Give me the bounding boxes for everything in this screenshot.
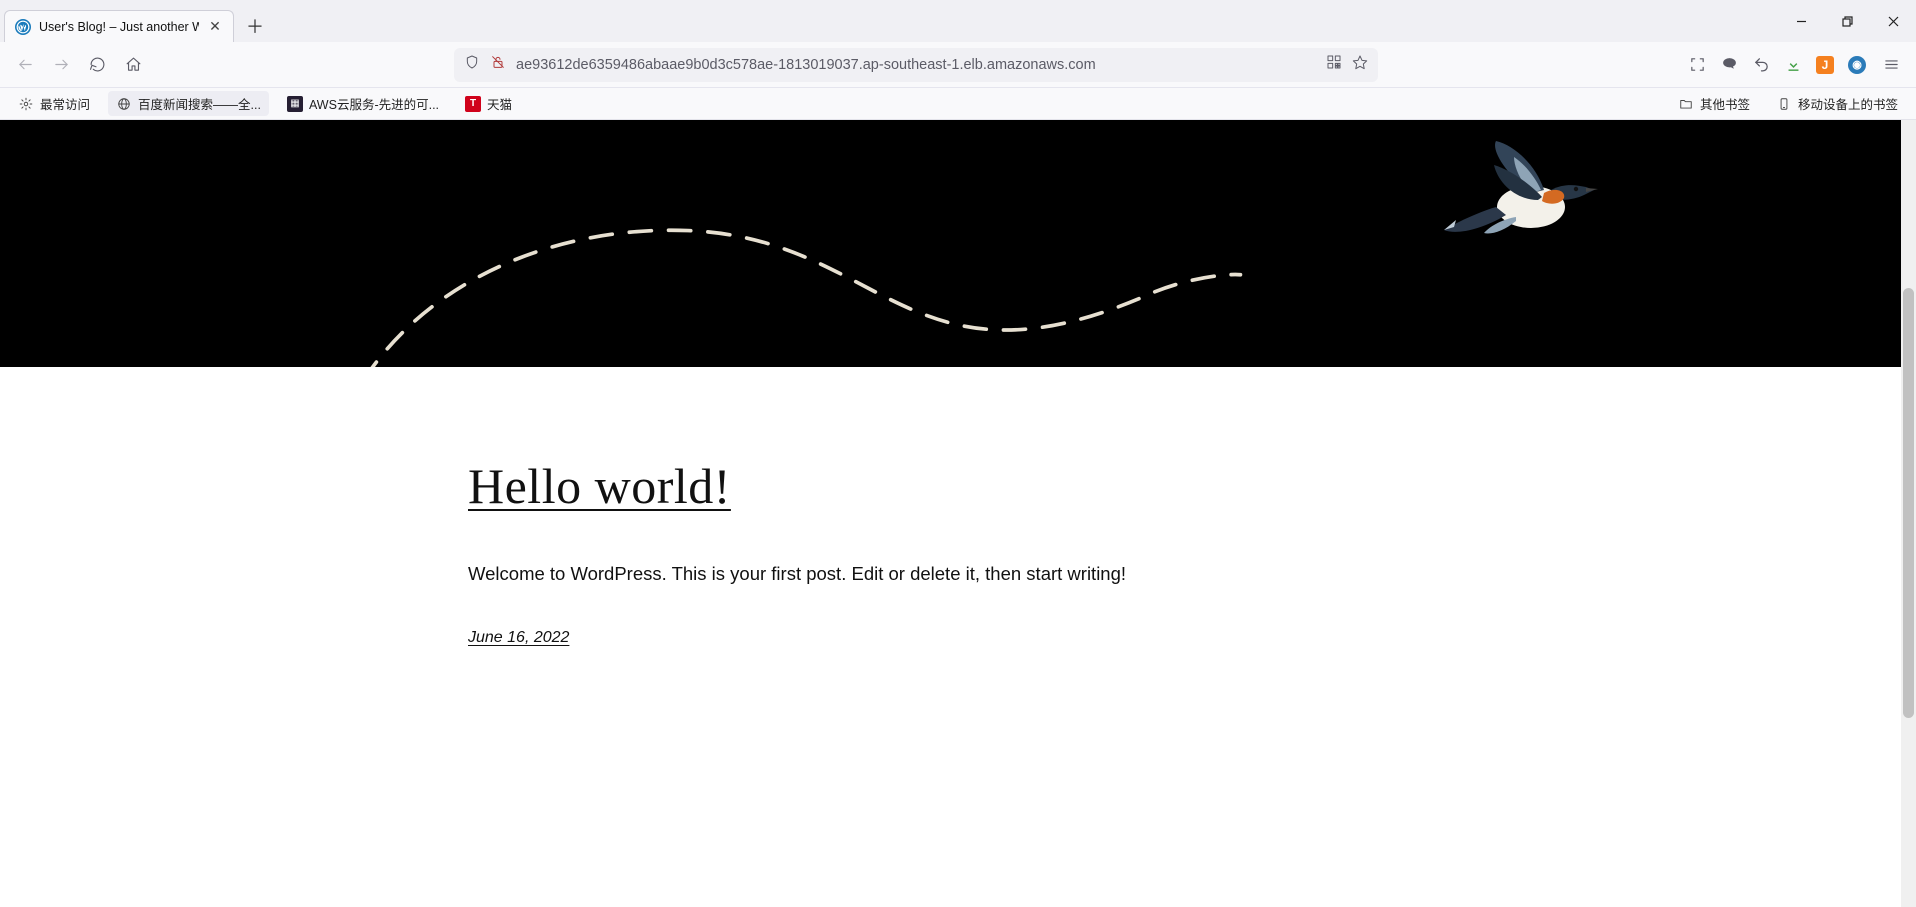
- back-button[interactable]: [8, 48, 42, 82]
- window-minimize-button[interactable]: [1778, 0, 1824, 42]
- qr-code-icon[interactable]: [1326, 54, 1342, 75]
- mobile-bookmarks-label: 移动设备上的书签: [1798, 94, 1898, 113]
- bookmark-baidu[interactable]: 百度新闻搜索——全...: [108, 91, 269, 116]
- mobile-icon: [1776, 96, 1792, 112]
- bookmark-label: 百度新闻搜索——全...: [138, 94, 261, 113]
- undo-extension-icon[interactable]: [1746, 50, 1776, 80]
- flight-trail-illustration: [0, 120, 1916, 367]
- url-bar[interactable]: ae93612de6359486abaae9b0d3c578ae-1813019…: [454, 48, 1378, 82]
- tab-title: User's Blog! – Just another W: [39, 20, 199, 34]
- forward-button[interactable]: [44, 48, 78, 82]
- other-bookmarks-button[interactable]: 其他书签: [1670, 91, 1758, 116]
- other-bookmarks-label: 其他书签: [1700, 94, 1750, 113]
- aws-favicon: ▦: [287, 96, 303, 112]
- scrollbar-thumb[interactable]: [1903, 288, 1914, 718]
- app-menu-button[interactable]: [1874, 48, 1908, 82]
- gear-icon: [18, 96, 34, 112]
- url-input[interactable]: ae93612de6359486abaae9b0d3c578ae-1813019…: [516, 57, 1316, 73]
- reload-button[interactable]: [80, 48, 114, 82]
- chat-extension-icon[interactable]: [1714, 50, 1744, 80]
- tab-close-icon[interactable]: ✕: [207, 18, 223, 35]
- wordpress-favicon: [15, 19, 31, 35]
- globe-icon: [116, 96, 132, 112]
- frequent-sites-label: 最常访问: [40, 94, 90, 113]
- tab-strip: User's Blog! – Just another W ✕ ＋: [0, 4, 1778, 42]
- bookmark-star-icon[interactable]: [1352, 54, 1368, 75]
- home-button[interactable]: [116, 48, 150, 82]
- profile-avatar-icon[interactable]: ◉: [1842, 50, 1872, 80]
- tmall-favicon: T: [465, 96, 481, 112]
- post-date-link[interactable]: June 16, 2022: [468, 629, 569, 646]
- window-controls: [1778, 0, 1916, 42]
- bird-illustration: [1436, 135, 1606, 255]
- hero-banner: [0, 120, 1916, 367]
- post-body-text: Welcome to WordPress. This is your first…: [468, 563, 1448, 585]
- page-viewport: Hello world! Welcome to WordPress. This …: [0, 120, 1916, 907]
- bookmark-label: 天猫: [487, 94, 512, 113]
- post-title-link[interactable]: Hello world!: [468, 457, 1448, 515]
- orange-extension-icon[interactable]: J: [1810, 50, 1840, 80]
- window-maximize-button[interactable]: [1824, 0, 1870, 42]
- post: Hello world! Welcome to WordPress. This …: [448, 367, 1468, 687]
- window-close-button[interactable]: [1870, 0, 1916, 42]
- bookmark-tmall[interactable]: T 天猫: [457, 91, 520, 116]
- frequent-sites-button[interactable]: 最常访问: [10, 91, 98, 116]
- shield-icon[interactable]: [464, 54, 480, 75]
- folder-icon: [1678, 96, 1694, 112]
- bookmark-label: AWS云服务-先进的可...: [309, 94, 439, 113]
- bookmarks-bar: 最常访问 百度新闻搜索——全... ▦ AWS云服务-先进的可... T 天猫 …: [0, 88, 1916, 120]
- mobile-bookmarks-button[interactable]: 移动设备上的书签: [1768, 91, 1906, 116]
- new-tab-button[interactable]: ＋: [240, 11, 270, 41]
- tab-active[interactable]: User's Blog! – Just another W ✕: [4, 10, 234, 42]
- download-extension-icon[interactable]: [1778, 50, 1808, 80]
- browser-toolbar: ae93612de6359486abaae9b0d3c578ae-1813019…: [0, 42, 1916, 88]
- scrollbar-track[interactable]: [1901, 120, 1916, 907]
- screenshot-extension-icon[interactable]: [1682, 50, 1712, 80]
- browser-titlebar: User's Blog! – Just another W ✕ ＋: [0, 0, 1916, 42]
- insecure-lock-icon[interactable]: [490, 54, 506, 75]
- bookmark-aws[interactable]: ▦ AWS云服务-先进的可...: [279, 91, 447, 116]
